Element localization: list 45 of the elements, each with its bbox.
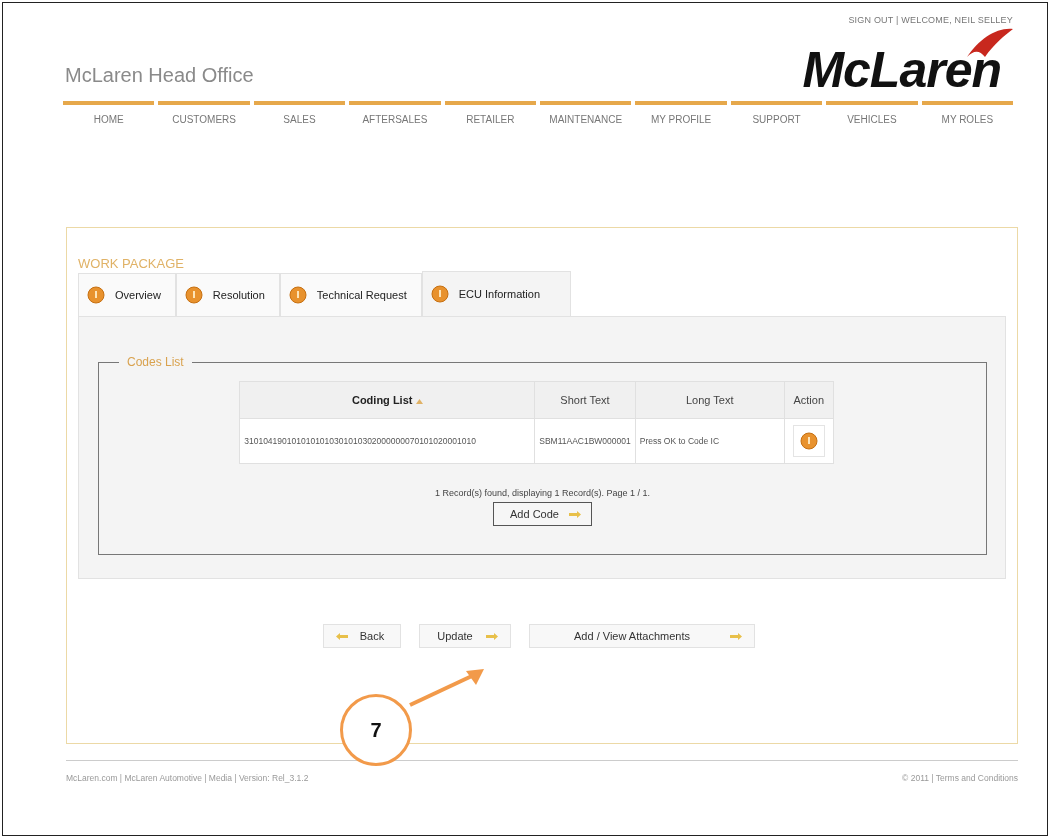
nav-item[interactable]: MY ROLES bbox=[921, 101, 1013, 125]
column-header[interactable]: Coding List bbox=[239, 381, 535, 419]
nav-item[interactable]: VEHICLES bbox=[826, 101, 918, 125]
footer-copyright: © 2011 | Terms and Conditions bbox=[902, 773, 1018, 783]
right-arrow-icon bbox=[486, 632, 498, 640]
info-icon bbox=[799, 432, 818, 450]
tab[interactable]: ECU Information bbox=[421, 271, 572, 317]
user-links: SIGN OUT | WELCOME, NEIL SELLEY bbox=[848, 15, 1013, 25]
tab[interactable]: Technical Request bbox=[279, 273, 422, 317]
nav-item[interactable]: RETAILER bbox=[444, 101, 536, 125]
info-icon bbox=[87, 286, 105, 304]
nav-item[interactable]: HOME bbox=[63, 101, 155, 125]
page-button[interactable]: Update bbox=[419, 624, 511, 648]
footer-links: McLaren.com | McLaren Automotive | Media | Version: Rel_3.1.2 bbox=[66, 773, 309, 783]
info-icon bbox=[430, 285, 449, 303]
right-arrow-icon bbox=[568, 510, 581, 518]
table-cell: 3101041901010101010301010302000000070101020001010 bbox=[239, 418, 535, 464]
page-button[interactable]: Back bbox=[323, 624, 401, 648]
info-icon bbox=[184, 286, 203, 304]
info-icon bbox=[288, 286, 307, 304]
section-title: WORK PACKAGE bbox=[78, 256, 185, 271]
column-header: Action bbox=[784, 381, 834, 419]
column-header: Long Text bbox=[635, 381, 785, 419]
nav-item[interactable]: MY PROFILE bbox=[635, 101, 727, 125]
add-code-button[interactable]: Add Code bbox=[493, 502, 592, 526]
nav-item[interactable]: CUSTOMERS bbox=[158, 101, 250, 125]
tab[interactable]: Resolution bbox=[175, 273, 280, 317]
page-button[interactable]: Add / View Attachments bbox=[529, 624, 755, 648]
sort-icon bbox=[415, 399, 423, 404]
group-legend: Codes List bbox=[119, 355, 192, 369]
left-arrow-icon bbox=[336, 632, 348, 640]
action-button[interactable] bbox=[792, 425, 825, 457]
nav-item[interactable]: SALES bbox=[253, 101, 346, 125]
right-arrow-icon bbox=[730, 632, 742, 640]
nav-item[interactable]: SUPPORT bbox=[730, 101, 823, 125]
nav-item[interactable]: AFTERSALES bbox=[349, 101, 441, 125]
table-cell: Press OK to Code IC bbox=[635, 418, 785, 464]
logo: McLaren bbox=[802, 45, 1001, 95]
pagination-text: 1 Record(s) found, displaying 1 Record(s). Page 1 / 1. bbox=[434, 488, 651, 498]
tab[interactable]: Overview bbox=[78, 273, 176, 317]
table-cell: SBM11AAC1BW000001 bbox=[534, 418, 636, 464]
column-header: Short Text bbox=[534, 381, 636, 419]
step-callout: 7 bbox=[340, 694, 412, 766]
nav-item[interactable]: MAINTENANCE bbox=[540, 101, 632, 125]
site-title: McLaren Head Office bbox=[64, 64, 254, 88]
